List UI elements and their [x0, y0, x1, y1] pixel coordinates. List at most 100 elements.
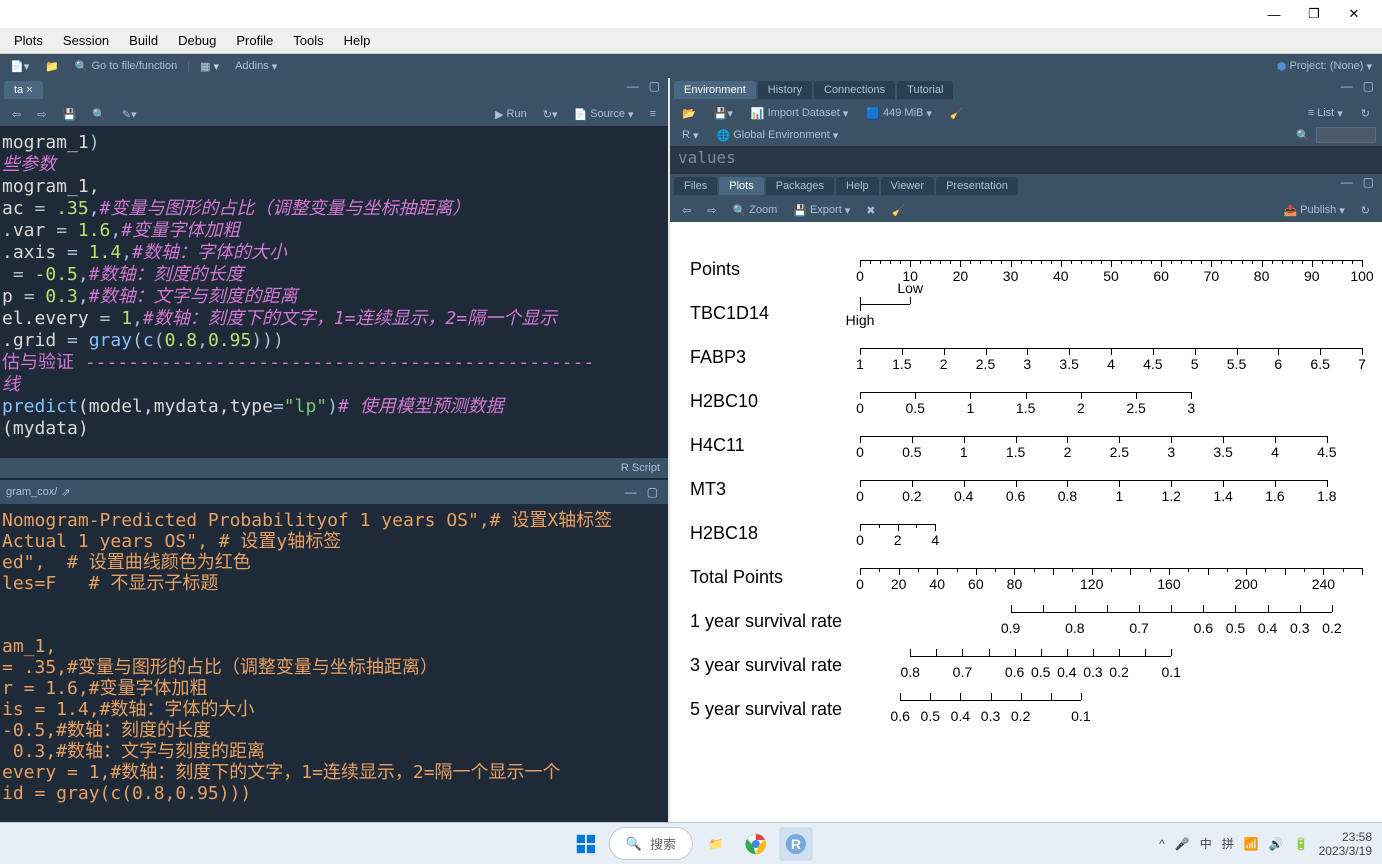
tab-presentation[interactable]: Presentation: [936, 177, 1018, 195]
run-button[interactable]: ▶ Run: [489, 106, 533, 123]
source-editor[interactable]: mogram_1)些参数mogram_1,ac = .35,#变量与图形的占比（…: [0, 126, 668, 458]
plots-minimize-icon[interactable]: —: [1337, 175, 1357, 189]
memory-indicator[interactable]: 🟦 449 MiB ▾: [860, 105, 938, 122]
save-icon[interactable]: 💾: [56, 106, 82, 123]
console-output[interactable]: Nomogram-Predicted Probabilityof 1 years…: [0, 504, 668, 822]
taskbar-search[interactable]: 🔍 搜索: [609, 827, 693, 860]
search-icon: 🔍: [1296, 129, 1310, 142]
rstudio-icon[interactable]: R: [779, 827, 813, 861]
date-label: 2023/3/19: [1319, 844, 1372, 858]
console-maximize-icon[interactable]: ▢: [643, 485, 662, 499]
maximize-button[interactable]: ❐: [1294, 0, 1334, 28]
refresh-icon[interactable]: ↻: [1355, 105, 1376, 122]
explorer-icon[interactable]: 📁: [699, 827, 733, 861]
minimize-button[interactable]: —: [1254, 0, 1294, 28]
project-menu[interactable]: ⬢ Project: (None) ▾: [1271, 58, 1378, 75]
tab-packages[interactable]: Packages: [766, 177, 834, 195]
tab-connections[interactable]: Connections: [814, 81, 895, 99]
taskbar: 🔍 搜索 📁 R ^ 🎤 中 拼 📶 🔊 🔋 23:58 2023/3/19: [0, 822, 1382, 864]
tab-plots[interactable]: Plots: [719, 177, 763, 195]
console-browse-icon[interactable]: ⇗: [61, 486, 70, 499]
menu-profile[interactable]: Profile: [226, 30, 283, 51]
nomogram-axis: 00.20.40.60.811.21.41.61.8: [860, 472, 1362, 506]
ime-lang[interactable]: 中: [1200, 835, 1212, 852]
tab-help[interactable]: Help: [836, 177, 879, 195]
menu-help[interactable]: Help: [334, 30, 381, 51]
clear-plots-icon[interactable]: 🧹: [886, 202, 912, 219]
load-icon[interactable]: 📂: [676, 105, 702, 122]
wand-icon[interactable]: ✎▾: [116, 106, 143, 123]
outline-icon[interactable]: ≡: [644, 106, 662, 122]
clock[interactable]: 23:58 2023/3/19: [1319, 830, 1372, 858]
scope-label: Global Environment: [733, 129, 830, 141]
plot-refresh-icon[interactable]: ↻: [1355, 202, 1376, 219]
find-icon[interactable]: 🔍: [86, 106, 112, 123]
zoom-button[interactable]: 🔍 Zoom: [726, 202, 783, 219]
env-search-input[interactable]: [1316, 127, 1376, 143]
nomogram-axis: 0.80.70.60.50.40.30.20.1: [860, 648, 1362, 682]
battery-icon[interactable]: 🔋: [1294, 837, 1309, 851]
forward-icon[interactable]: ⇨: [31, 106, 52, 123]
menu-plots[interactable]: Plots: [4, 30, 53, 51]
search-label: 搜索: [650, 834, 676, 853]
pane-maximize-icon[interactable]: ▢: [645, 79, 664, 93]
tab-environment[interactable]: Environment: [674, 81, 756, 99]
save-ws-icon[interactable]: 💾▾: [708, 105, 739, 122]
plot-next-icon[interactable]: ⇨: [701, 202, 722, 219]
tray-chevron-icon[interactable]: ^: [1159, 837, 1165, 851]
tab-files[interactable]: Files: [674, 177, 717, 195]
viewer-tabs: Files Plots Packages Help Viewer Present…: [670, 174, 1382, 198]
tab-tutorial[interactable]: Tutorial: [897, 81, 953, 99]
open-file-icon[interactable]: 📁: [39, 58, 65, 75]
wifi-icon[interactable]: 📶: [1244, 837, 1259, 851]
nomogram-axis: 0.60.50.40.30.20.1: [860, 692, 1362, 726]
close-button[interactable]: ✕: [1334, 0, 1374, 28]
ime-mode[interactable]: 拼: [1222, 835, 1234, 852]
import-dataset-button[interactable]: 📊 Import Dataset ▾: [745, 105, 854, 122]
source-button[interactable]: 📄 Source ▾: [567, 106, 639, 123]
menu-session[interactable]: Session: [53, 30, 119, 51]
list-view[interactable]: ≡ List ▾: [1302, 105, 1349, 122]
tab-history[interactable]: History: [758, 81, 812, 99]
menu-tools[interactable]: Tools: [283, 30, 333, 51]
rerun-icon[interactable]: ↻▾: [537, 106, 564, 123]
plots-maximize-icon[interactable]: ▢: [1359, 175, 1378, 189]
plot-prev-icon[interactable]: ⇦: [676, 202, 697, 219]
pane-minimize-icon[interactable]: —: [623, 79, 643, 93]
source-tab[interactable]: ta ×: [4, 81, 43, 99]
new-file-icon[interactable]: 📄▾: [4, 58, 35, 75]
svg-text:R: R: [791, 836, 801, 852]
nomogram-label: Points: [690, 259, 860, 280]
menu-build[interactable]: Build: [119, 30, 168, 51]
broom-icon[interactable]: 🧹: [944, 105, 970, 122]
console-minimize-icon[interactable]: —: [621, 485, 641, 499]
global-env[interactable]: 🌐 Global Environment ▾: [710, 127, 844, 144]
export-button[interactable]: 💾 Export ▾: [787, 202, 856, 219]
volume-icon[interactable]: 🔊: [1269, 837, 1284, 851]
import-label: Import Dataset: [768, 107, 840, 119]
publish-button[interactable]: 📤 Publish ▾: [1277, 202, 1350, 219]
env-minimize-icon[interactable]: —: [1337, 79, 1357, 93]
goto-file-function[interactable]: 🔍 Go to file/function: [69, 58, 183, 75]
start-button[interactable]: [569, 827, 603, 861]
r-scope[interactable]: R ▾: [676, 127, 704, 144]
mic-icon[interactable]: 🎤: [1175, 837, 1190, 851]
nomogram-label: 5 year survival rate: [690, 699, 860, 720]
nomogram-axis: 00.511.522.533.544.5: [860, 428, 1362, 462]
env-tabs: Environment History Connections Tutorial…: [670, 78, 1382, 102]
search-icon: 🔍: [626, 836, 642, 852]
addins-menu[interactable]: Addins ▾: [229, 58, 283, 75]
project-label: Project: (None): [1289, 60, 1363, 72]
console-path: gram_cox/: [6, 486, 57, 498]
grid-icon[interactable]: ▦ ▾: [194, 58, 225, 75]
goto-label: Go to file/function: [92, 60, 178, 72]
chrome-icon[interactable]: [739, 827, 773, 861]
tab-viewer[interactable]: Viewer: [881, 177, 934, 195]
env-maximize-icon[interactable]: ▢: [1359, 79, 1378, 93]
back-icon[interactable]: ⇦: [6, 106, 27, 123]
env-scope-row: R ▾ 🌐 Global Environment ▾ 🔍: [670, 124, 1382, 146]
remove-plot-icon[interactable]: ✖: [860, 202, 881, 219]
source-tab-label: ta: [14, 84, 23, 96]
plots-toolbar: ⇦ ⇨ 🔍 Zoom 💾 Export ▾ ✖ 🧹 📤 Publish ▾ ↻: [670, 198, 1382, 222]
menu-debug[interactable]: Debug: [168, 30, 226, 51]
